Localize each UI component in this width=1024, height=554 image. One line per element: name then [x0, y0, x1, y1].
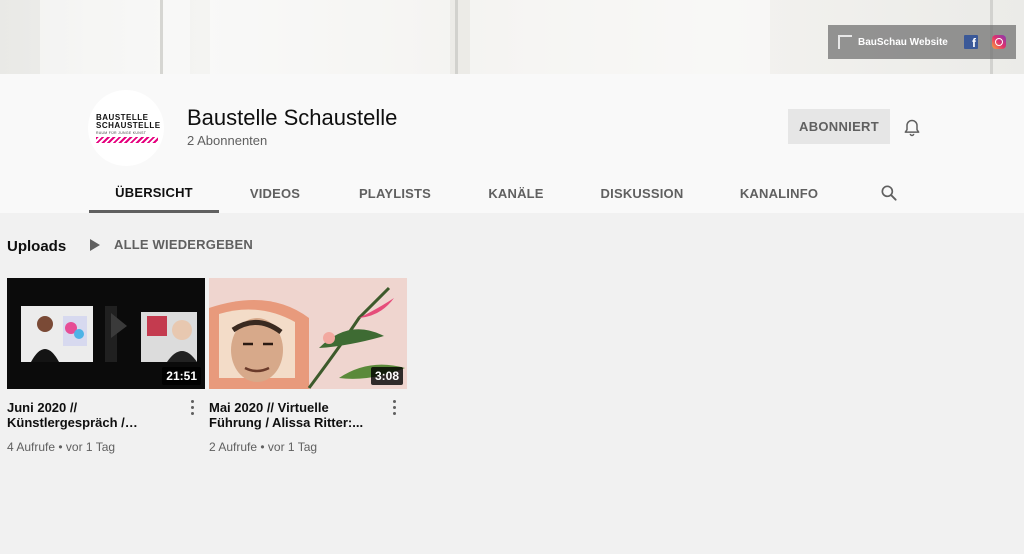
more-options-icon[interactable]	[191, 400, 195, 416]
channel-title: Baustelle Schaustelle	[187, 105, 398, 130]
bell-icon[interactable]	[902, 117, 922, 139]
tab-about[interactable]: KANALINFO	[729, 174, 829, 213]
video-duration: 3:08	[370, 367, 403, 385]
video-thumbnail[interactable]: 21:51	[7, 278, 205, 389]
channel-avatar[interactable]: BAUSTELLE SCHAUSTELLE RAUM FÜR JUNGE KUN…	[88, 90, 164, 166]
logo-line-2: SCHAUSTELLE	[96, 120, 161, 130]
tab-overview[interactable]: ÜBERSICHT	[89, 174, 219, 213]
video-duration: 21:51	[162, 367, 201, 385]
search-icon[interactable]	[879, 183, 899, 203]
website-icon	[838, 35, 852, 49]
video-card[interactable]: 21:51 Juni 2020 // Künstlergespräch / Be…	[7, 278, 205, 454]
banner-links: BauSchau Website f	[828, 25, 1016, 59]
tab-playlists[interactable]: PLAYLISTS	[349, 174, 441, 213]
logo-subtitle: RAUM FÜR JUNGE KUNST	[96, 130, 147, 135]
video-title[interactable]: Mai 2020 // Virtuelle Führung / Alissa R…	[209, 400, 381, 430]
channel-header: BAUSTELLE SCHAUSTELLE RAUM FÜR JUNGE KUN…	[0, 74, 1024, 213]
video-meta: 2 Aufrufe • vor 1 Tag	[209, 440, 318, 454]
logo-stripes	[96, 136, 158, 143]
instagram-icon[interactable]	[992, 35, 1006, 49]
subscribe-button[interactable]: ABONNIERT	[788, 109, 890, 144]
video-meta: 4 Aufrufe • vor 1 Tag	[7, 440, 116, 454]
tab-channels[interactable]: KANÄLE	[477, 174, 555, 213]
video-title[interactable]: Juni 2020 // Künstlergespräch / Bettina.…	[7, 400, 179, 430]
channel-banner: BauSchau Website f	[0, 0, 1024, 74]
play-all-label: ALLE WIEDERGEBEN	[114, 237, 253, 252]
tab-discussion[interactable]: DISKUSSION	[589, 174, 695, 213]
video-card[interactable]: 3:08 Mai 2020 // Virtuelle Führung / Ali…	[209, 278, 407, 454]
more-options-icon[interactable]	[393, 400, 397, 416]
play-icon	[90, 238, 100, 251]
tab-videos[interactable]: VIDEOS	[230, 174, 320, 213]
uploads-heading: Uploads	[7, 238, 67, 255]
website-link[interactable]: BauSchau Website	[858, 37, 948, 48]
facebook-icon[interactable]: f	[964, 35, 978, 50]
subscriber-count: 2 Abonnenten	[187, 133, 268, 148]
play-all-button[interactable]: ALLE WIEDERGEBEN	[90, 237, 253, 252]
video-thumbnail[interactable]: 3:08	[209, 278, 407, 389]
